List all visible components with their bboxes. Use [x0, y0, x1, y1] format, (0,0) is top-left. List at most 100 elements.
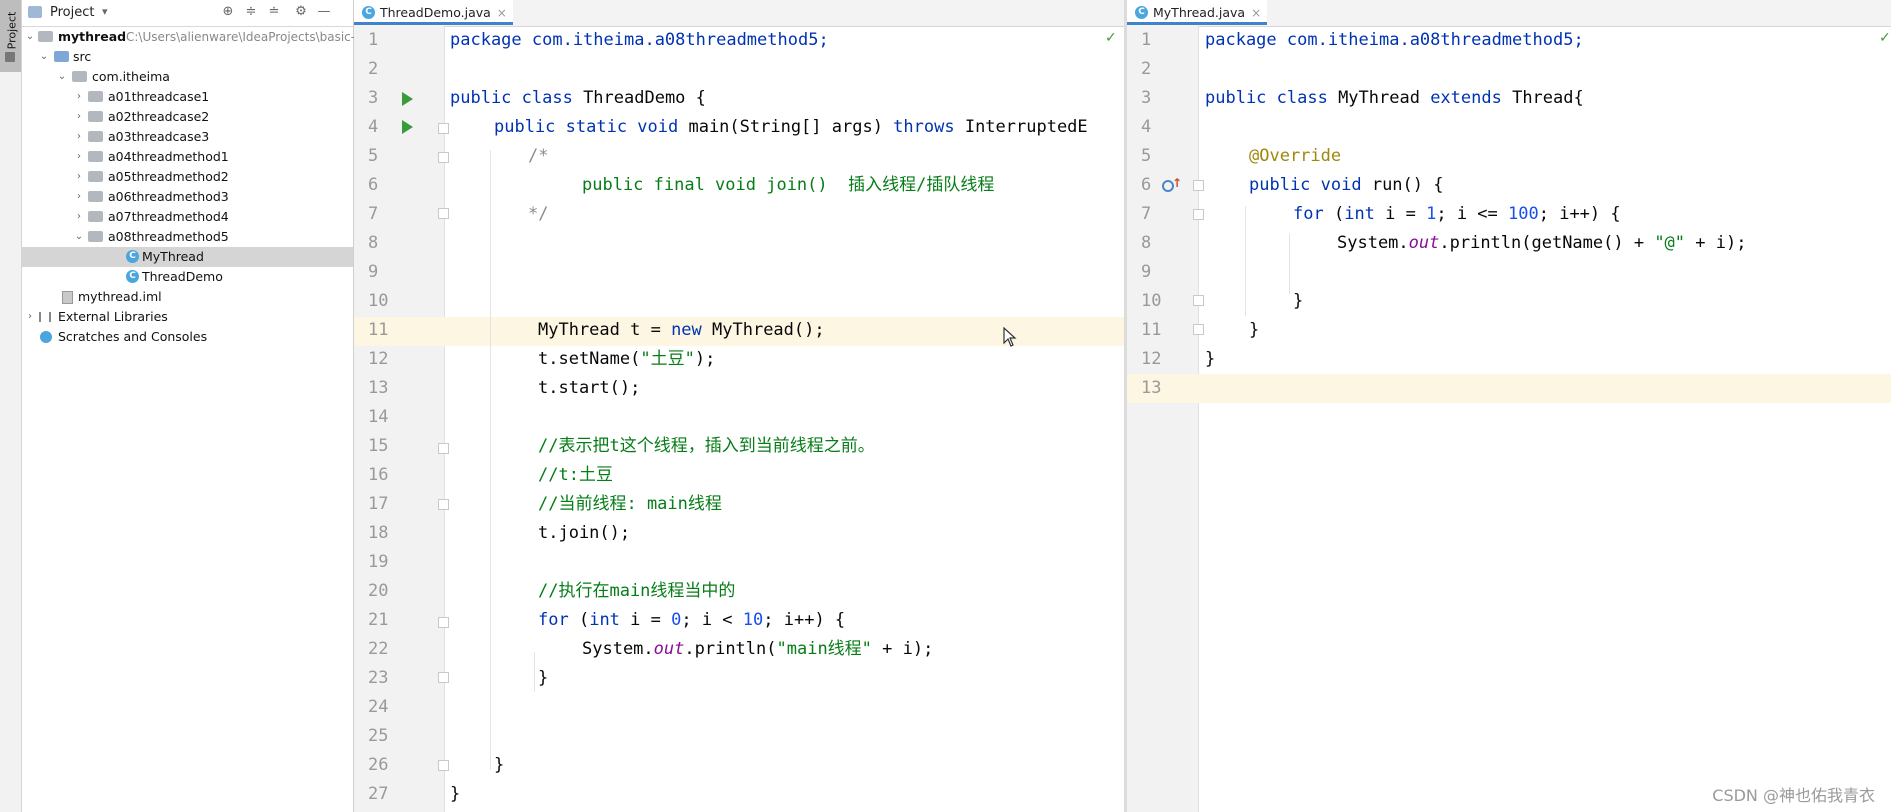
chevron-right-icon[interactable]: ›	[74, 167, 84, 187]
code-line[interactable]: */	[528, 200, 548, 229]
chevron-right-icon[interactable]: ›	[74, 147, 84, 167]
code-token: + i);	[871, 639, 934, 659]
code-line[interactable]: //当前线程: main线程	[538, 490, 722, 519]
code-line[interactable]: System.out.println("main线程" + i);	[582, 635, 933, 664]
project-view-selector[interactable]: Project	[50, 5, 94, 20]
code-token: //执行在main线程当中的	[538, 581, 736, 601]
tree-row-package[interactable]: ⌄ a08threadmethod5	[22, 227, 353, 247]
code-token: MyThread t =	[538, 320, 672, 340]
tab-label: ThreadDemo.java	[380, 5, 491, 20]
arrow-up-icon[interactable]: ↑	[1172, 176, 1182, 190]
line-number: 4	[1141, 117, 1152, 137]
code-line[interactable]: }	[1249, 316, 1259, 345]
fold-icon[interactable]	[438, 123, 449, 134]
close-icon[interactable]: ×	[497, 6, 507, 20]
tree-row-libraries[interactable]: › External Libraries	[22, 307, 353, 327]
line-number: 5	[368, 146, 379, 166]
tree-row-package[interactable]: › a01threadcase1	[22, 87, 353, 107]
tree-row-scratches[interactable]: Scratches and Consoles	[22, 327, 353, 347]
tree-row-package[interactable]: › a07threadmethod4	[22, 207, 353, 227]
tree-row-src[interactable]: ⌄ src	[22, 47, 353, 67]
chevron-down-icon[interactable]: ⌄	[39, 47, 49, 67]
code-line[interactable]: public class MyThread extends Thread{	[1205, 84, 1584, 113]
code-token: @Override	[1249, 146, 1342, 166]
tree-row-class-selected[interactable]: C MyThread	[22, 247, 353, 267]
code-token: ; i++) {	[1538, 204, 1621, 224]
expand-all-icon[interactable]: ≑	[243, 4, 259, 20]
chevron-down-icon[interactable]: ⌄	[25, 27, 35, 47]
hide-icon[interactable]: —	[316, 4, 332, 20]
gear-icon[interactable]: ⚙	[293, 4, 309, 20]
tree-row-root[interactable]: ⌄ mythread C:\Users\alienware\IdeaProjec…	[22, 27, 355, 47]
code-line[interactable]: }	[1293, 287, 1303, 316]
fold-icon[interactable]	[438, 499, 449, 510]
code-line[interactable]: package com.itheima.a08threadmethod5;	[450, 26, 829, 55]
run-icon[interactable]	[402, 120, 413, 134]
code-token: public void	[1249, 175, 1362, 195]
tab-threaddemo[interactable]: C ThreadDemo.java ×	[354, 0, 513, 25]
code-line[interactable]: /*	[528, 142, 548, 171]
chevron-right-icon[interactable]: ›	[74, 207, 84, 227]
code-line[interactable]: }	[494, 751, 504, 780]
fold-icon[interactable]	[1193, 209, 1204, 220]
chevron-down-icon[interactable]: ⌄	[57, 67, 67, 87]
chevron-right-icon[interactable]: ›	[74, 107, 84, 127]
collapse-all-icon[interactable]: ≐	[266, 4, 282, 20]
code-token: public class	[1205, 88, 1328, 108]
code-line[interactable]: public final void join() 插入线程/插队线程	[582, 171, 994, 200]
tree-row-file[interactable]: mythread.iml	[22, 287, 353, 307]
code-line[interactable]: t.setName("土豆");	[538, 345, 715, 374]
chevron-right-icon[interactable]: ›	[74, 127, 84, 147]
code-line[interactable]: System.out.println(getName() + "@" + i);	[1337, 229, 1746, 258]
tree-row-package[interactable]: › a02threadcase2	[22, 107, 353, 127]
fold-icon[interactable]	[438, 443, 449, 454]
code-line[interactable]: }	[538, 664, 548, 693]
tree-row-package[interactable]: › a06threadmethod3	[22, 187, 353, 207]
code-line[interactable]: //t:土豆	[538, 461, 613, 490]
tree-row-class[interactable]: C ThreadDemo	[22, 267, 353, 287]
chevron-down-icon[interactable]: ▾	[102, 5, 108, 18]
code-line[interactable]: for (int i = 1; i <= 100; i++) {	[1293, 200, 1621, 229]
line-number: 5	[1141, 146, 1152, 166]
line-number: 1	[368, 30, 379, 50]
tree-row-package[interactable]: › a05threadmethod2	[22, 167, 353, 187]
tree-row-package[interactable]: ⌄ com.itheima	[22, 67, 353, 87]
tree-label: Scratches and Consoles	[58, 329, 208, 344]
code-line[interactable]: }	[1205, 345, 1215, 374]
fold-icon[interactable]	[438, 617, 449, 628]
tree-row-package[interactable]: › a04threadmethod1	[22, 147, 353, 167]
code-token: "@"	[1654, 233, 1686, 253]
close-icon[interactable]: ×	[1251, 6, 1261, 20]
chevron-right-icon[interactable]: ›	[74, 87, 84, 107]
code-line[interactable]: public class ThreadDemo {	[450, 84, 706, 113]
fold-icon[interactable]	[438, 672, 449, 683]
locate-icon[interactable]: ⊕	[220, 4, 236, 20]
chevron-down-icon[interactable]: ⌄	[74, 227, 84, 247]
code-line[interactable]: for (int i = 0; i < 10; i++) {	[538, 606, 845, 635]
package-icon	[88, 111, 103, 122]
tab-mythread[interactable]: C MyThread.java ×	[1127, 0, 1268, 25]
fold-icon[interactable]	[1193, 324, 1204, 335]
code-line[interactable]: public void run() {	[1249, 171, 1443, 200]
fold-icon[interactable]	[1193, 295, 1204, 306]
code-line[interactable]: public static void main(String[] args) t…	[494, 113, 1088, 142]
run-icon[interactable]	[402, 92, 413, 106]
code-token: out	[653, 639, 685, 659]
code-line[interactable]: t.start();	[538, 374, 640, 403]
code-line[interactable]: package com.itheima.a08threadmethod5;	[1205, 26, 1584, 55]
fold-icon[interactable]	[1193, 180, 1204, 191]
package-icon	[88, 211, 103, 222]
fold-icon[interactable]	[438, 152, 449, 163]
code-line[interactable]: //表示把t这个线程，插入到当前线程之前。	[538, 432, 875, 461]
code-line[interactable]: //执行在main线程当中的	[538, 577, 735, 606]
code-line[interactable]: }	[450, 780, 460, 809]
tree-row-package[interactable]: › a03threadcase3	[22, 127, 353, 147]
code-line[interactable]: @Override	[1249, 142, 1341, 171]
chevron-right-icon[interactable]: ›	[25, 307, 35, 327]
code-line[interactable]: MyThread t = new MyThread();	[538, 316, 825, 345]
tree-label: a04threadmethod1	[108, 149, 229, 164]
chevron-right-icon[interactable]: ›	[74, 187, 84, 207]
fold-icon[interactable]	[438, 760, 449, 771]
fold-icon[interactable]	[438, 208, 449, 219]
code-line[interactable]: t.join();	[538, 519, 630, 548]
